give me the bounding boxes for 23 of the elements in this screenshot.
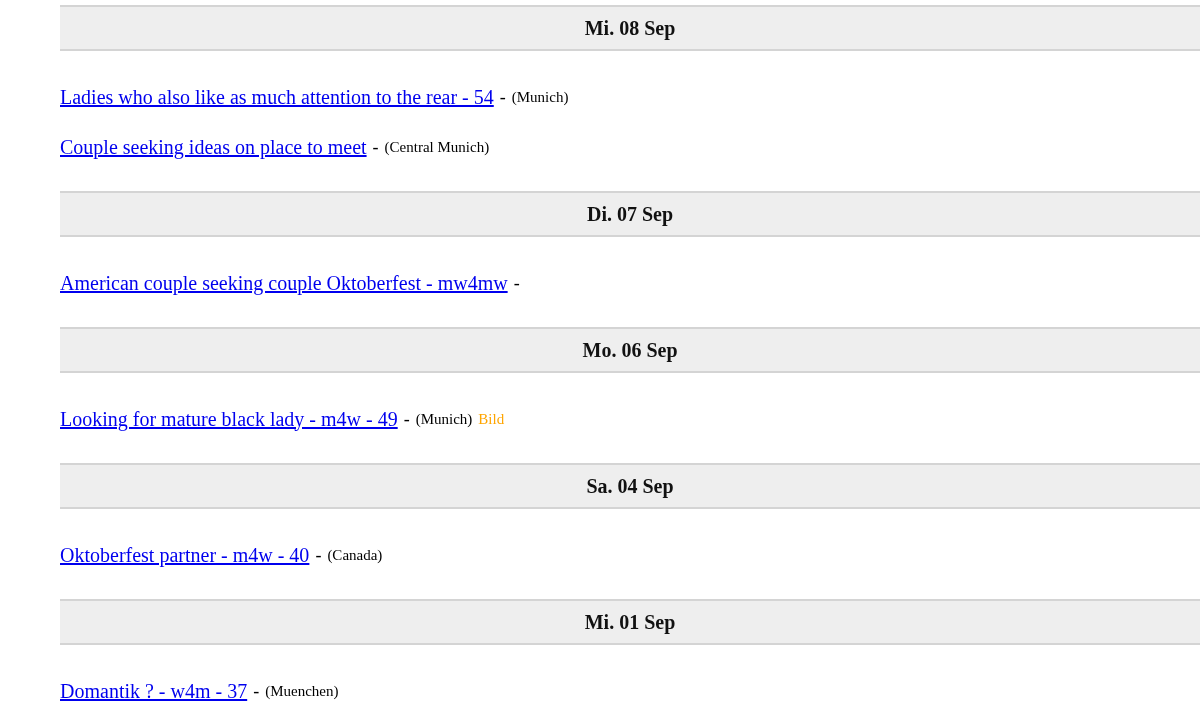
- separator: -: [513, 272, 520, 294]
- date-header: Sa. 04 Sep: [60, 463, 1200, 509]
- post-location: (Munich): [511, 88, 569, 106]
- post-link[interactable]: Ladies who also like as much attention to the rear - 54: [60, 85, 494, 109]
- picture-label: Bild: [478, 410, 505, 428]
- post-link[interactable]: Domantik ? - w4m - 37: [60, 679, 248, 703]
- post-link[interactable]: American couple seeking couple Oktoberfest - mw4mw: [60, 271, 508, 295]
- post-location: (Central Munich): [384, 138, 490, 156]
- post-location: (Canada): [327, 546, 383, 564]
- date-header: Mi. 01 Sep: [60, 599, 1200, 645]
- post-location: (Munich): [415, 410, 473, 428]
- date-header: Mo. 06 Sep: [60, 327, 1200, 373]
- separator: -: [499, 86, 506, 108]
- post-link[interactable]: Couple seeking ideas on place to meet: [60, 135, 367, 159]
- post-link[interactable]: Oktoberfest partner - m4w - 40: [60, 543, 310, 567]
- post-link[interactable]: Looking for mature black lady - m4w - 49: [60, 407, 398, 431]
- date-header: Di. 07 Sep: [60, 191, 1200, 237]
- separator: -: [315, 544, 322, 566]
- date-header: Mi. 08 Sep: [60, 5, 1200, 51]
- post-location: (Muenchen): [265, 682, 339, 700]
- separator: -: [372, 136, 379, 158]
- separator: -: [253, 680, 260, 702]
- separator: -: [403, 408, 410, 430]
